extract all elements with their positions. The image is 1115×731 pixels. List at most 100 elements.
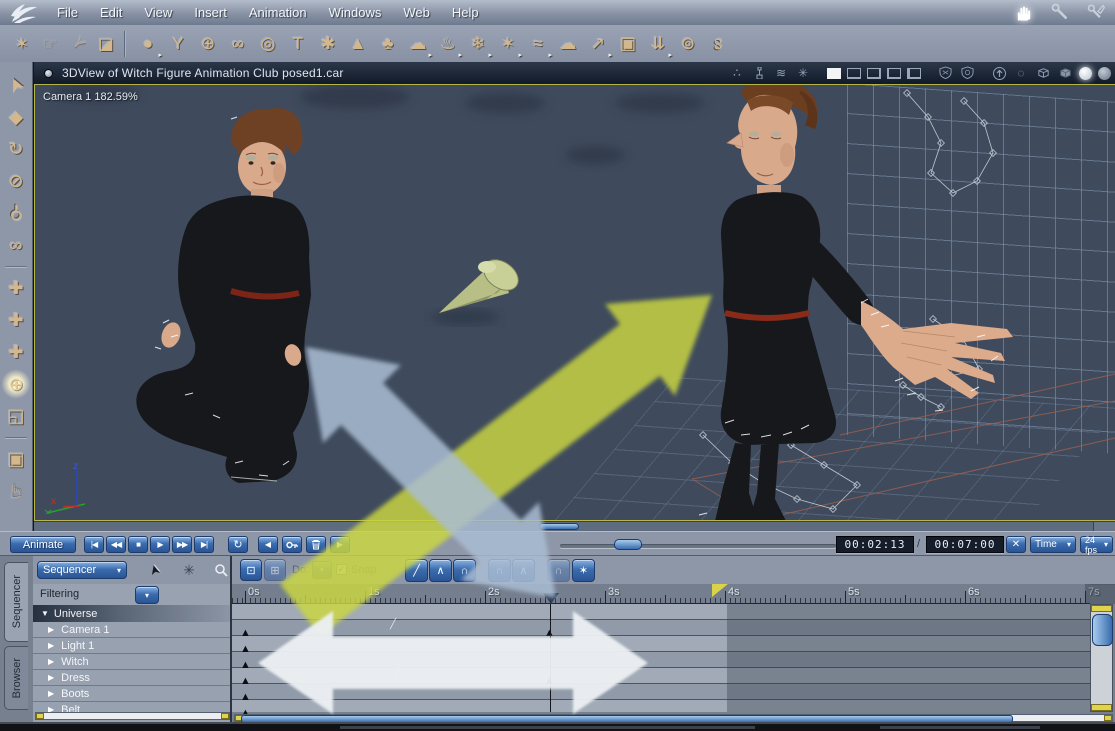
previous-keyframe-button[interactable]: ◀ xyxy=(258,536,278,553)
menu-item[interactable]: Animation xyxy=(238,5,318,20)
insert-tool-fire[interactable]: ♨ xyxy=(433,29,463,59)
tool-link-tool[interactable]: ∞ xyxy=(2,230,30,260)
time-scrubber[interactable] xyxy=(560,544,836,548)
witch-figure-seated[interactable] xyxy=(136,108,311,483)
insert-tool-ocean[interactable]: ≈ xyxy=(523,29,553,59)
scroll-cap[interactable] xyxy=(221,713,229,719)
insert-tool-vertex-object[interactable]: Y xyxy=(163,29,193,59)
snap-checkbox[interactable]: ✓ xyxy=(336,564,347,575)
cursor-tool-icon[interactable]: ➤ xyxy=(143,558,167,582)
transport-go-start[interactable]: |◀ xyxy=(84,536,104,553)
insert-tool-camera[interactable]: ▣ xyxy=(613,29,643,59)
edit-tool-paint-stamp[interactable]: ◪ xyxy=(92,29,120,59)
timeline-ruler[interactable]: 0s 1s 2s 3s 4s 5s 6s 7s xyxy=(232,584,1115,604)
scroll-cap[interactable] xyxy=(36,713,44,719)
expand-arrow-icon[interactable]: ▶ xyxy=(48,657,54,666)
insert-tool-volumetric-cloud[interactable]: ☁ xyxy=(553,29,583,59)
layout-two-pane-button[interactable] xyxy=(847,67,861,79)
transport-play[interactable]: ▶ xyxy=(150,536,170,553)
tree-hscrollbar[interactable] xyxy=(35,712,230,720)
insert-tool-spline-object[interactable]: ◎ xyxy=(253,29,283,59)
playhead-marker[interactable] xyxy=(543,593,559,604)
vscroll-thumb[interactable] xyxy=(1092,614,1113,646)
time-mode-dropdown[interactable]: Time ▾ xyxy=(1030,536,1076,553)
cone-object[interactable] xyxy=(431,253,524,325)
track-rows[interactable]: ▲▲▲▲▲▲▲▲ ╱╱ xyxy=(232,604,1090,719)
track-vscrollbar[interactable] xyxy=(1090,604,1113,712)
expand-arrow-icon[interactable]: ▶ xyxy=(48,689,54,698)
loop-button[interactable]: ↻ xyxy=(228,536,248,553)
transport-frame-back[interactable]: ◀◀ xyxy=(106,536,126,553)
wrench-pencil-icon[interactable] xyxy=(1083,1,1109,23)
tweener-smooth[interactable]: ∩ xyxy=(453,559,476,582)
tree-row[interactable]: ▶ Camera 1 xyxy=(33,622,230,638)
tree-row[interactable]: ▶ Belt xyxy=(33,702,230,713)
solid-cube-icon[interactable] xyxy=(1057,65,1073,81)
do-dropdown[interactable]: ▾ xyxy=(312,561,332,579)
expand-arrow-icon[interactable]: ▶ xyxy=(48,705,54,712)
tab-browser[interactable]: Browser xyxy=(4,646,28,710)
menu-item[interactable]: Insert xyxy=(183,5,238,20)
menu-item[interactable]: Help xyxy=(441,5,490,20)
tool-translate-screen[interactable]: ✚ xyxy=(2,337,30,367)
insert-tool-snow[interactable]: ❄ xyxy=(463,29,493,59)
scroll-cap[interactable] xyxy=(1091,605,1112,612)
viewport[interactable]: Camera 1 182.59% z x xyxy=(34,84,1115,521)
tool-translate-xy[interactable]: ✚ xyxy=(2,273,30,303)
insert-tool-text[interactable]: T xyxy=(283,29,313,59)
tool-divider-b[interactable] xyxy=(5,437,27,438)
tree-root-row[interactable]: ▼ Universe xyxy=(33,605,230,622)
tool-pan-view[interactable]: ☞ xyxy=(1,477,31,505)
keyframe-camera1-0s[interactable]: ▲ xyxy=(240,628,251,639)
expand-arrow-icon[interactable]: ▶ xyxy=(48,625,54,634)
scroll-cap[interactable] xyxy=(1091,704,1112,711)
filtering-dropdown[interactable]: ▾ xyxy=(135,586,159,604)
panel-mode-dropdown[interactable]: Sequencer ▾ xyxy=(37,561,127,579)
transport-frame-forward[interactable]: ▶▶ xyxy=(172,536,192,553)
menu-item[interactable]: View xyxy=(133,5,183,20)
layout-grid-button[interactable] xyxy=(887,67,901,79)
keyframe-light1-0s[interactable]: ▲ xyxy=(240,644,251,655)
tool-camera-tool[interactable]: ▣ xyxy=(2,444,30,474)
delete-keyframe-button[interactable] xyxy=(306,536,326,553)
next-keyframe-button[interactable]: ▶ xyxy=(330,536,350,553)
insert-tool-light[interactable]: ⇊ xyxy=(643,29,673,59)
menu-item[interactable]: File xyxy=(46,5,89,20)
wrench-icon[interactable] xyxy=(1047,1,1073,23)
tweener-linear[interactable]: ╱ xyxy=(405,559,428,582)
tree-row[interactable]: ▶ Dress xyxy=(33,670,230,686)
tab-sequencer[interactable]: Sequencer xyxy=(4,562,28,642)
keyframe-dress-0s[interactable]: ▲ xyxy=(240,676,251,687)
layout-single-button[interactable] xyxy=(827,67,841,79)
expand-arrow-icon[interactable]: ▶ xyxy=(48,673,54,682)
insert-tool-plant[interactable]: ♣ xyxy=(373,29,403,59)
scatter-icon[interactable]: ∴ xyxy=(729,65,745,81)
tweener-oscillate[interactable]: ✶ xyxy=(572,559,595,582)
menu-item[interactable]: Windows xyxy=(318,5,393,20)
frame-timeline-button[interactable]: ⊞ xyxy=(264,559,286,581)
tweener-tension[interactable]: ∧ xyxy=(429,559,452,582)
tool-universal-manipulator[interactable]: ⊘ xyxy=(2,166,30,196)
tree-row[interactable]: ▶ Witch xyxy=(33,654,230,670)
viewport-hscrollbar[interactable] xyxy=(34,521,1115,532)
tool-rotate-tool[interactable]: ↻ xyxy=(2,134,30,164)
tree-row[interactable]: ▶ Light 1 xyxy=(33,638,230,654)
tree-row[interactable]: ▶ Boots xyxy=(33,686,230,702)
shaded-preview-button-active[interactable] xyxy=(1079,66,1092,80)
scale-timeline-button[interactable]: ⊡ xyxy=(240,559,262,581)
insert-tool-fountain[interactable]: ✶ xyxy=(493,29,523,59)
insert-tool-jet[interactable]: ↗ xyxy=(583,29,613,59)
keyframe-witch-0s[interactable]: ▲ xyxy=(240,660,251,671)
dotted-sphere-icon[interactable]: ◌ xyxy=(1013,65,1029,81)
shield-b-icon[interactable] xyxy=(959,65,975,81)
transport-go-end[interactable]: ▶| xyxy=(194,536,214,553)
tweener-angular[interactable]: ∧ xyxy=(512,559,535,582)
transport-stop[interactable]: ■ xyxy=(128,536,148,553)
tool-universal-move[interactable]: ⊕ xyxy=(2,369,30,399)
render-badge-icon[interactable]: ✳ xyxy=(795,65,811,81)
scroll-cap[interactable] xyxy=(1104,715,1112,721)
collapse-arrow-icon[interactable]: ▼ xyxy=(41,609,49,618)
viewport-hscroll-thumb[interactable] xyxy=(539,523,579,530)
tweener-clamp[interactable]: ∩ xyxy=(547,559,570,582)
shield-a-icon[interactable] xyxy=(937,65,953,81)
